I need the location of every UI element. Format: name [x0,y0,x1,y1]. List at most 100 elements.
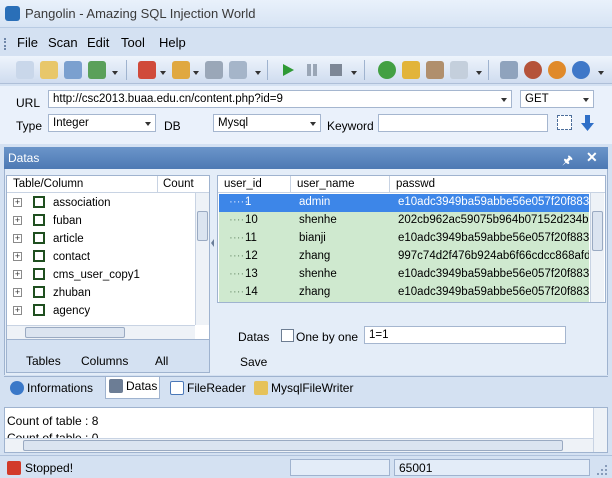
users-icon[interactable] [426,61,444,79]
config-icon[interactable] [548,61,566,79]
save-button[interactable]: Save [240,355,267,369]
table-row[interactable]: ···· 11 bianji e10adc3949ba59abbe56e057f… [219,230,589,248]
scroll-thumb[interactable] [197,211,208,241]
url-label: URL [16,96,41,110]
expand-icon[interactable]: + [13,198,22,207]
wrench-icon[interactable] [205,61,223,79]
type-select[interactable]: Integer [48,114,156,132]
expand-icon[interactable]: + [13,270,22,279]
chevron-down-icon[interactable] [598,71,604,75]
bug-icon[interactable] [524,61,542,79]
grid-header-user-name[interactable]: user_name [297,178,355,190]
chevron-down-icon[interactable] [310,122,316,126]
tree-item[interactable]: + contact [7,248,195,266]
tree-item[interactable]: + article [7,230,195,248]
chevron-down-icon[interactable] [476,71,482,75]
menu-edit[interactable]: Edit [87,35,109,50]
menu-scan[interactable]: Scan [48,35,78,50]
tree-item[interactable]: + agency [7,302,195,320]
tree-horizontal-scrollbar[interactable] [7,325,195,339]
cell-user-id: 1 [245,196,252,208]
one-by-one-checkbox[interactable] [281,329,294,342]
table-row[interactable]: ···· 10 shenhe 202cb962ac59075b964b07152… [219,212,589,230]
database-icon[interactable] [229,61,247,79]
select-area-icon[interactable] [557,115,572,130]
info-icon[interactable] [572,61,590,79]
scroll-thumb[interactable] [23,440,563,451]
tree-item[interactable]: + cms_user_copy1 [7,266,195,284]
table-row[interactable]: ····· 1 admin e10adc3949ba59abbe56e057f2… [219,194,589,212]
chevron-down-icon[interactable] [583,98,589,102]
scroll-thumb[interactable] [25,327,125,338]
db-select[interactable]: Mysql [213,114,321,132]
expand-icon[interactable]: + [13,216,22,225]
chevron-down-icon[interactable] [193,71,199,75]
tree-vertical-scrollbar[interactable] [195,193,209,325]
key-icon[interactable] [402,61,420,79]
checkbox[interactable] [33,232,45,244]
chevron-down-icon[interactable] [501,98,507,102]
expand-icon[interactable]: + [13,234,22,243]
chevron-down-icon[interactable] [145,122,151,126]
close-icon[interactable]: ✕ [586,149,598,166]
chevron-down-icon[interactable] [255,71,261,75]
tree-item[interactable]: + fuban [7,212,195,230]
open-file-icon[interactable] [40,61,58,79]
tab-filereader[interactable]: FileReader [167,379,248,398]
table-row[interactable]: ···· 13 shenhe e10adc3949ba59abbe56e057f… [219,266,589,284]
grid-header-user-id[interactable]: user_id [224,178,262,190]
stop-status-icon [7,461,21,475]
keyword-input[interactable] [378,114,548,132]
help-icon[interactable] [378,61,396,79]
pause-icon[interactable] [303,61,321,79]
table-row[interactable]: ···· 12 zhang 997c74d2f476b924ab6f66cdcc… [219,248,589,266]
method-select[interactable]: GET [520,90,594,108]
tree-column-header[interactable]: Table/Column [13,178,83,190]
tab-datas[interactable]: Datas [105,377,161,399]
log-horizontal-scrollbar[interactable] [5,438,593,452]
plugin-icon[interactable] [138,61,156,79]
checkbox[interactable] [33,196,45,208]
save-file-icon[interactable] [64,61,82,79]
expand-icon[interactable]: + [13,306,22,315]
checkbox[interactable] [33,286,45,298]
play-icon[interactable] [279,61,297,79]
columns-button[interactable]: Columns [81,354,128,368]
chevron-down-icon[interactable] [351,71,357,75]
panel-splitter[interactable] [210,175,216,373]
tree-item[interactable]: + zhuban [7,284,195,302]
stop-icon[interactable] [327,61,345,79]
expand-icon[interactable]: + [13,288,22,297]
scroll-thumb[interactable] [592,211,603,251]
resize-grip-icon[interactable] [596,464,608,476]
menu-tool[interactable]: Tool [121,35,145,50]
chevron-down-icon[interactable] [112,71,118,75]
settings-icon[interactable] [172,61,190,79]
checkbox[interactable] [33,304,45,316]
tab-mysqlfilewriter[interactable]: MysqlFileWriter [251,379,355,398]
condition-input[interactable]: 1=1 [364,326,566,344]
expand-icon[interactable]: + [13,252,22,261]
checkbox[interactable] [33,214,45,226]
tree-count-header[interactable]: Count [163,178,194,190]
table-row[interactable]: ···· 14 zhang e10adc3949ba59abbe56e057f2… [219,284,589,302]
home-icon[interactable] [500,61,518,79]
search-icon[interactable] [16,61,34,79]
checkbox[interactable] [33,268,45,280]
zoom-icon[interactable] [450,61,468,79]
log-vertical-scrollbar[interactable] [593,408,607,452]
chevron-down-icon[interactable] [160,71,166,75]
tree-item[interactable]: + association [7,194,195,212]
cell-user-name: zhang [299,250,331,262]
download-arrow-icon[interactable] [580,114,595,132]
tables-button[interactable]: Tables [26,354,61,368]
menu-file[interactable]: File [17,35,38,50]
grid-header-passwd[interactable]: passwd [396,178,435,190]
checkbox[interactable] [33,250,45,262]
url-input[interactable]: http://csc2013.buaa.edu.cn/content.php?i… [48,90,512,108]
export-icon[interactable] [88,61,106,79]
all-button[interactable]: All [155,354,168,368]
menu-help[interactable]: Help [159,35,186,50]
tab-informations[interactable]: Informations [7,379,95,398]
grid-vertical-scrollbar[interactable] [590,193,604,302]
